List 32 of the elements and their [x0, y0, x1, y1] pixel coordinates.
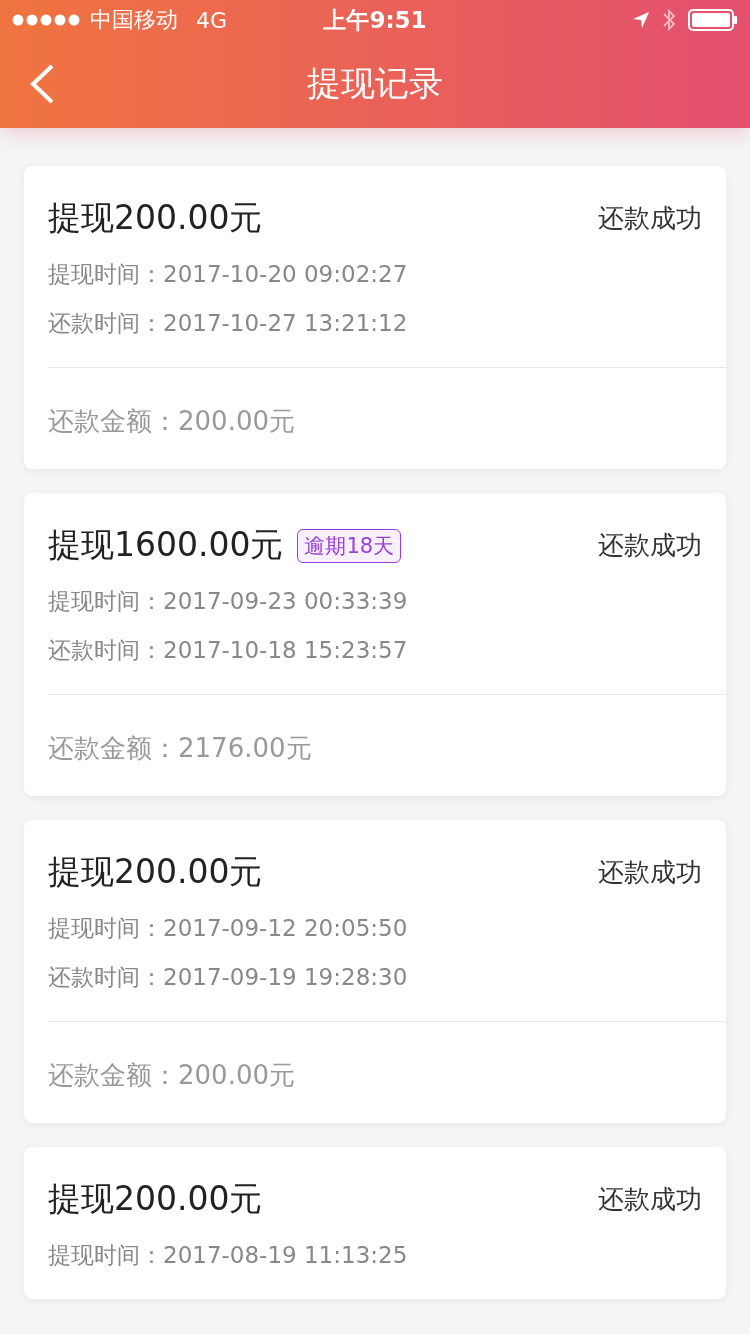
- time-line: 还款时间：2017-10-27 13:21:12: [48, 309, 409, 338]
- status-time: 上午9:51: [323, 5, 427, 35]
- record-status: 还款成功: [598, 529, 702, 562]
- back-icon[interactable]: [28, 64, 56, 104]
- record-card[interactable]: 提现200.00元 还款成功 提现时间：2017-09-12 20:05:50 还款时间：2017-09-19 19:28:30 还款金额：200.00元: [24, 820, 726, 1123]
- amount-line: 还款金额：200.00元: [48, 1060, 295, 1090]
- record-card[interactable]: 提现200.00元 还款成功 提现时间：2017-08-19 11:13:25: [24, 1147, 726, 1299]
- network-type: 4G: [196, 7, 228, 33]
- time-line: 还款时间：2017-10-18 15:23:57: [48, 636, 409, 665]
- time-line: 提现时间：2017-08-19 11:13:25: [48, 1241, 409, 1270]
- time-line: 提现时间：2017-09-12 20:05:50: [48, 914, 409, 943]
- carrier-name: 中国移动: [90, 6, 178, 34]
- record-title: 提现200.00元: [48, 1178, 263, 1220]
- signal-icon: [12, 14, 80, 26]
- record-status: 还款成功: [598, 1183, 702, 1216]
- record-card[interactable]: 提现1600.00元 逾期18天 还款成功 提现时间：2017-09-23 00:33:39 还款时间：2017-10-18 15:23:57 还款金额：2176.00元: [24, 493, 726, 796]
- location-icon: [632, 11, 650, 29]
- record-status: 还款成功: [598, 202, 702, 235]
- record-title: 提现200.00元: [48, 851, 263, 893]
- record-status: 还款成功: [598, 856, 702, 889]
- bluetooth-icon: [662, 8, 676, 32]
- time-line: 还款时间：2017-09-19 19:28:30: [48, 963, 409, 992]
- record-title: 提现1600.00元: [48, 524, 284, 566]
- amount-line: 还款金额：200.00元: [48, 406, 295, 436]
- record-card[interactable]: 提现200.00元 还款成功 提现时间：2017-10-20 09:02:27 还款时间：2017-10-27 13:21:12 还款金额：200.00元: [24, 166, 726, 469]
- battery-icon: [688, 9, 738, 31]
- record-title: 提现200.00元: [48, 197, 263, 239]
- time-line: 提现时间：2017-10-20 09:02:27: [48, 260, 409, 289]
- overdue-tag: 逾期18天: [297, 528, 402, 563]
- amount-line: 还款金额：2176.00元: [48, 733, 312, 763]
- time-line: 提现时间：2017-09-23 00:33:39: [48, 587, 409, 616]
- page-title: 提现记录: [307, 62, 443, 105]
